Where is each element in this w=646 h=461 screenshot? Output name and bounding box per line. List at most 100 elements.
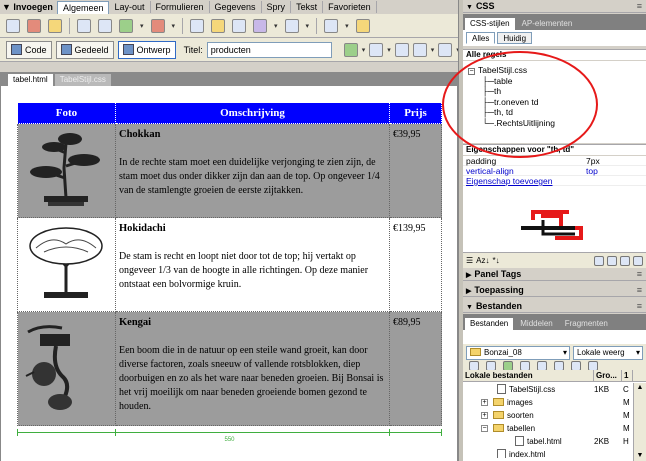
tree-name: Chokkan [119, 129, 161, 140]
insert-bar: ▼ Invoegen Algemeen Lay-out Formulieren … [0, 0, 458, 14]
table-icon[interactable] [77, 18, 91, 33]
visual-aids-icon[interactable] [438, 42, 453, 57]
set-properties-icon[interactable]: *↓ [493, 256, 500, 265]
tag-panel-title: Panel Tags [474, 269, 522, 279]
panel-options-icon[interactable]: ≡ [637, 0, 642, 13]
description-cell[interactable]: Hokidachi De stam is recht en loopt niet… [115, 217, 390, 312]
server-include-icon[interactable] [211, 18, 226, 33]
chevron-down-icon: ▾ [562, 348, 567, 357]
description-cell[interactable]: Chokkan In de rechte stam moet een duide… [115, 123, 390, 218]
browser-preview-icon[interactable] [369, 42, 384, 57]
folder-row[interactable]: + soorten M [463, 409, 633, 422]
insert-tab-algemeen[interactable]: Algemeen [56, 0, 110, 14]
insert-tab-favorieten[interactable]: Favorieten [323, 1, 377, 13]
photo-cell[interactable] [17, 217, 116, 312]
file-row[interactable]: index.html [463, 448, 633, 458]
doc-tab-tabel-html[interactable]: tabel.html [8, 74, 53, 86]
date-icon[interactable] [190, 18, 205, 33]
code-view-label: Code [25, 44, 47, 55]
category-view-icon[interactable]: ☰ [466, 256, 473, 265]
css-panel-header[interactable]: ▼ CSS ≡ [463, 0, 646, 13]
delete-rule-icon[interactable] [633, 255, 643, 266]
tab-middelen[interactable]: Middelen [515, 318, 557, 330]
view-select[interactable]: Lokale weerg ▾ [573, 346, 643, 360]
header-foto[interactable]: Foto [17, 102, 116, 124]
design-view-button[interactable]: Ontwerp [117, 40, 176, 59]
header-omschrijving[interactable]: Omschrijving [115, 102, 390, 124]
col-local-files[interactable]: Lokale bestanden [463, 370, 594, 381]
insert-tab-gegevens[interactable]: Gegevens [210, 1, 262, 13]
doc-tab-tabelstijl-css[interactable]: TabelStijl.css [54, 74, 111, 86]
files-panel-title: Bestanden [475, 301, 522, 311]
photo-cell[interactable] [17, 311, 116, 426]
add-property-link[interactable]: Eigenschap toevoegen [463, 176, 553, 186]
description-cell[interactable]: Kengai Een boom die in de natuur op een … [115, 311, 390, 426]
split-view-button[interactable]: Gedeeld [55, 40, 114, 59]
refresh-icon[interactable] [394, 42, 409, 57]
tag-chooser-icon[interactable] [355, 18, 370, 33]
media-icon[interactable] [150, 18, 165, 33]
panel-options-icon[interactable]: ≡ [637, 268, 642, 281]
comment-icon[interactable] [232, 18, 247, 33]
add-property-row[interactable]: Eigenschap toevoegen [463, 176, 646, 186]
tab-fragmenten[interactable]: Fragmenten [560, 318, 613, 330]
expand-plus-icon[interactable]: + [481, 412, 488, 419]
mode-alles-button[interactable]: Alles [466, 32, 496, 44]
css-mode-switch: Alles Huidig [463, 30, 646, 46]
named-anchor-icon[interactable] [48, 18, 62, 33]
files-scrollbar[interactable]: ▲ ▼ [633, 383, 646, 461]
header-prijs[interactable]: Prijs [389, 102, 442, 124]
file-row[interactable]: TabelStijl.css 1KB C [463, 383, 633, 396]
property-row[interactable]: padding 7px [463, 156, 646, 166]
expand-plus-icon[interactable]: + [481, 399, 488, 406]
panel-options-icon[interactable]: ≡ [637, 284, 642, 297]
insert-tab-tekst[interactable]: Tekst [291, 1, 324, 13]
insert-tab-spry[interactable]: Spry [262, 1, 292, 13]
view-options-icon[interactable] [412, 42, 427, 57]
files-panel-header[interactable]: ▼ Bestanden ≡ [463, 300, 646, 313]
new-rule-icon[interactable] [607, 255, 617, 266]
collapse-minus-icon[interactable]: − [481, 425, 488, 432]
price-cell[interactable]: €139,95 [389, 217, 442, 312]
insert-bar-title[interactable]: ▼ Invoegen [0, 2, 57, 12]
tab-bestanden[interactable]: Bestanden [465, 318, 514, 330]
scroll-up-icon[interactable]: ▲ [634, 383, 646, 393]
mode-huidig-button[interactable]: Huidig [497, 32, 533, 44]
scroll-down-icon[interactable]: ▼ [634, 451, 646, 461]
tab-ap-elementen[interactable]: AP-elementen [517, 18, 578, 30]
col-size[interactable]: Gro... [594, 370, 622, 381]
application-panel-header[interactable]: ▶ Toepassing ≡ [463, 284, 646, 297]
tab-css-stijlen[interactable]: CSS-stijlen [465, 18, 515, 30]
script-icon[interactable] [284, 18, 299, 33]
site-select[interactable]: Bonzai_08 ▾ [466, 346, 570, 360]
insert-tab-layout[interactable]: Lay-out [109, 1, 151, 13]
head-icon[interactable] [253, 18, 268, 33]
hyperlink-icon[interactable] [6, 18, 20, 33]
insert-tab-formulieren[interactable]: Formulieren [151, 1, 210, 13]
tag-panel-header[interactable]: ▶ Panel Tags ≡ [463, 268, 646, 281]
code-view-button[interactable]: Code [6, 40, 52, 59]
col-type[interactable]: 1 [622, 370, 633, 381]
price-cell[interactable]: €89,95 [389, 311, 442, 426]
panel-options-icon[interactable]: ≡ [637, 300, 642, 313]
templates-icon[interactable] [324, 18, 339, 33]
price-cell[interactable]: €39,95 [389, 123, 442, 218]
image-icon[interactable] [119, 18, 133, 33]
file-row[interactable]: tabel.html 2KB H [463, 435, 633, 448]
photo-cell[interactable] [17, 123, 116, 218]
property-value[interactable]: 7px [583, 156, 600, 166]
attach-stylesheet-icon[interactable] [594, 255, 604, 266]
alphabetical-view-icon[interactable]: Az↓ [476, 256, 489, 265]
page-title-input[interactable] [206, 41, 332, 58]
folder-row[interactable]: + images M [463, 396, 633, 409]
property-value[interactable]: top [583, 166, 598, 176]
folder-name: images [507, 398, 533, 407]
folder-row[interactable]: − tabellen M [463, 422, 633, 435]
file-management-icon[interactable] [343, 42, 358, 57]
edit-rule-icon[interactable] [620, 255, 630, 266]
email-link-icon[interactable] [27, 18, 41, 33]
folder-icon [493, 398, 504, 406]
folder-icon [493, 411, 504, 419]
property-row[interactable]: vertical-align top [463, 166, 646, 176]
div-icon[interactable] [98, 18, 112, 33]
